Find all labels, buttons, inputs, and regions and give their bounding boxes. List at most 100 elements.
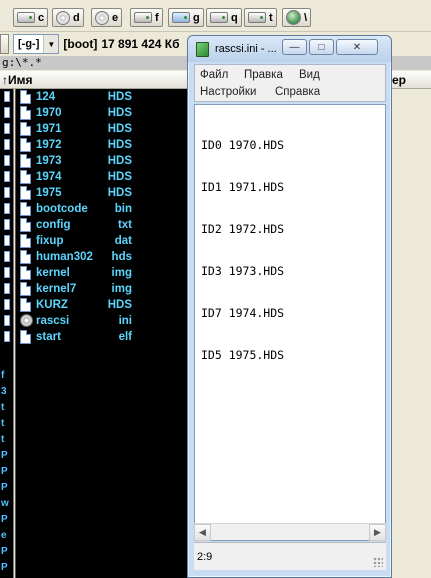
- menu-view[interactable]: Вид: [299, 69, 320, 81]
- menu-edit[interactable]: Правка: [244, 69, 283, 81]
- minimize-icon[interactable]: —: [282, 39, 307, 55]
- file-icon: [20, 250, 31, 264]
- drive-bar: c d e f g q t \: [0, 0, 431, 32]
- sliver-file-icon: [1, 331, 12, 344]
- file-row[interactable]: KURZ HDS: [18, 297, 190, 313]
- scroll-right-icon[interactable]: ▶: [369, 524, 386, 541]
- sliver-file-icon: [1, 283, 12, 296]
- file-ext: HDS: [107, 139, 132, 151]
- chevron-down-icon[interactable]: [43, 35, 59, 53]
- file-ext: bin: [114, 203, 132, 215]
- drive-letter: \: [304, 11, 308, 24]
- drive-letter: g: [193, 11, 200, 24]
- file-row[interactable]: fixup dat: [18, 233, 190, 249]
- menu-settings[interactable]: Настройки: [200, 86, 256, 98]
- sliver-letter: P: [1, 450, 8, 461]
- drive-letter: f: [155, 11, 159, 24]
- drive-button-f[interactable]: f: [130, 8, 163, 27]
- file-ext: HDS: [107, 171, 132, 183]
- menu-file[interactable]: Файл: [200, 69, 228, 81]
- file-row[interactable]: 1974 HDS: [18, 169, 190, 185]
- file-name: rascsi: [36, 315, 70, 327]
- file-ext: elf: [118, 331, 132, 343]
- file-row[interactable]: 124 HDS: [18, 89, 190, 105]
- file-name: kernel7: [36, 283, 77, 295]
- drive-button-e[interactable]: e: [91, 8, 123, 27]
- file-row[interactable]: config txt: [18, 217, 190, 233]
- file-row[interactable]: bootcode bin: [18, 201, 190, 217]
- notepad-app-icon: [196, 42, 209, 57]
- file-row[interactable]: 1971 HDS: [18, 121, 190, 137]
- file-name: 1975: [36, 187, 62, 199]
- column-name-header[interactable]: ↑Имя: [2, 73, 33, 87]
- sliver-file-icon: [1, 139, 12, 152]
- file-name: config: [36, 219, 71, 231]
- file-row[interactable]: kernel img: [18, 265, 190, 281]
- file-ext: hds: [111, 251, 132, 263]
- drive-combo-value: [-g-]: [18, 38, 40, 50]
- scroll-left-icon[interactable]: ◀: [194, 524, 211, 541]
- file-row[interactable]: 1972 HDS: [18, 137, 190, 153]
- file-row[interactable]: kernel7 img: [18, 281, 190, 297]
- file-name: KURZ: [36, 299, 68, 311]
- sliver-letter: 3: [1, 386, 7, 397]
- file-ext: HDS: [107, 155, 132, 167]
- content-line: ID1 1971.HDS: [201, 180, 285, 194]
- file-name: 124: [36, 91, 56, 103]
- file-row[interactable]: 1973 HDS: [18, 153, 190, 169]
- sliver-file-icon: [1, 171, 12, 184]
- sliver-file-icon: [1, 251, 12, 264]
- hard-drive-icon: [248, 12, 266, 23]
- drive-button-q[interactable]: q: [206, 8, 242, 27]
- file-icon: [20, 330, 31, 344]
- cursor-position: 2:9: [197, 551, 213, 563]
- file-icon: [20, 106, 31, 120]
- sliver-file-icon: [1, 91, 12, 104]
- file-icon: [20, 90, 31, 104]
- notepad-titlebar[interactable]: rascsi.ini - ... — □ ✕: [188, 36, 391, 62]
- maximize-icon[interactable]: □: [309, 39, 334, 55]
- sliver-file-icon: [1, 315, 12, 328]
- notepad-menubar: Файл Правка Вид Настройки Справка: [194, 64, 386, 102]
- file-list-panel[interactable]: 124 HDS 1970 HDS 1971 HDS 1972 HDS 1973 …: [15, 89, 190, 578]
- sliver-file-icon: [1, 203, 12, 216]
- close-icon[interactable]: ✕: [336, 39, 378, 55]
- file-ext: img: [111, 267, 132, 279]
- file-ext: HDS: [107, 123, 132, 135]
- file-row[interactable]: start elf: [18, 329, 190, 345]
- sliver-letter: t: [1, 402, 5, 413]
- drive-button-root[interactable]: \: [282, 8, 312, 27]
- left-edge-button[interactable]: [0, 34, 9, 54]
- cd-drive-icon: [95, 10, 109, 25]
- drive-button-t[interactable]: t: [244, 8, 277, 27]
- content-line: ID3 1973.HDS: [201, 264, 285, 278]
- horizontal-scrollbar[interactable]: ◀ ▶: [194, 523, 386, 541]
- content-line: ID7 1974.HDS: [201, 306, 285, 320]
- drive-combo[interactable]: [-g-]: [13, 34, 60, 54]
- file-ext: HDS: [107, 299, 132, 311]
- file-row[interactable]: human302 hds: [18, 249, 190, 265]
- right-column-header[interactable]: ер: [392, 71, 406, 89]
- sliver-file-icon: [1, 267, 12, 280]
- file-row[interactable]: 1970 HDS: [18, 105, 190, 121]
- sliver-letter: e: [1, 530, 7, 541]
- file-name: bootcode: [36, 203, 88, 215]
- notepad-text-area[interactable]: ID0 1970.HDS ID1 1971.HDS ID2 1972.HDS I…: [194, 104, 386, 541]
- free-space: 17 891 424 Кб: [101, 37, 180, 51]
- drive-letter: t: [269, 11, 273, 24]
- resize-grip-icon[interactable]: [373, 557, 383, 567]
- file-icon: [20, 234, 31, 248]
- settings-file-icon: [20, 314, 33, 327]
- drive-button-g[interactable]: g: [168, 8, 204, 27]
- file-name: kernel: [36, 267, 70, 279]
- drive-button-d[interactable]: d: [52, 8, 84, 27]
- sliver-file-icon: [1, 107, 12, 120]
- menu-help[interactable]: Справка: [275, 86, 320, 98]
- drive-button-c[interactable]: c: [13, 8, 49, 27]
- file-icon: [20, 186, 31, 200]
- file-row[interactable]: 1975 HDS: [18, 185, 190, 201]
- file-icon: [20, 202, 31, 216]
- notepad-window[interactable]: rascsi.ini - ... — □ ✕ Файл Правка Вид Н…: [187, 35, 392, 578]
- file-row[interactable]: rascsi ini: [18, 313, 190, 329]
- file-name: 1974: [36, 171, 62, 183]
